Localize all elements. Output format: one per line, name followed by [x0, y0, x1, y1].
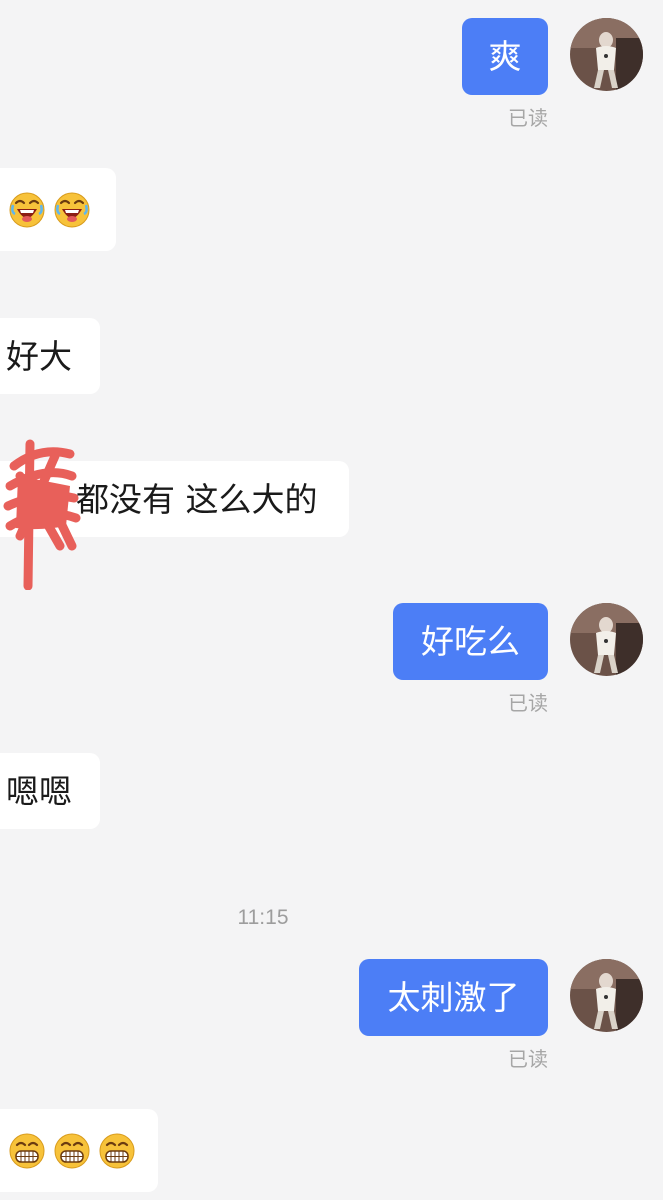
incoming-message-bubble[interactable] — [0, 168, 116, 251]
outgoing-message-bubble[interactable]: 好吃么 — [393, 603, 548, 680]
user-avatar[interactable] — [570, 959, 643, 1032]
outgoing-message-bubble[interactable]: 爽 — [462, 18, 548, 95]
grinning-teeth-emoji — [54, 1133, 90, 1169]
message-text: 好大 — [6, 336, 72, 376]
grinning-teeth-emoji — [99, 1133, 135, 1169]
read-receipt: 已读 — [508, 106, 548, 130]
message-text: 爽 — [488, 37, 522, 76]
grinning-teeth-emoji — [9, 1133, 45, 1169]
laughing-crying-emoji — [54, 192, 90, 228]
message-text: 太刺激了 — [387, 978, 520, 1017]
user-avatar[interactable] — [570, 18, 643, 91]
message-text: 好吃么 — [421, 622, 520, 661]
incoming-message-bubble[interactable] — [0, 1109, 158, 1192]
incoming-message-bubble[interactable]: 都没有 这么大的 — [0, 461, 349, 537]
chat-timestamp: 11:15 — [237, 906, 289, 929]
message-text: 嗯嗯 — [6, 771, 72, 811]
user-avatar[interactable] — [570, 603, 643, 676]
message-text: 都没有 这么大的 — [76, 479, 318, 519]
read-receipt: 已读 — [508, 1047, 548, 1071]
incoming-message-bubble[interactable]: 好大 — [0, 318, 100, 394]
incoming-message-bubble[interactable]: 嗯嗯 — [0, 753, 100, 829]
laughing-crying-emoji — [9, 192, 45, 228]
outgoing-message-bubble[interactable]: 太刺激了 — [359, 959, 548, 1036]
read-receipt: 已读 — [508, 691, 548, 715]
